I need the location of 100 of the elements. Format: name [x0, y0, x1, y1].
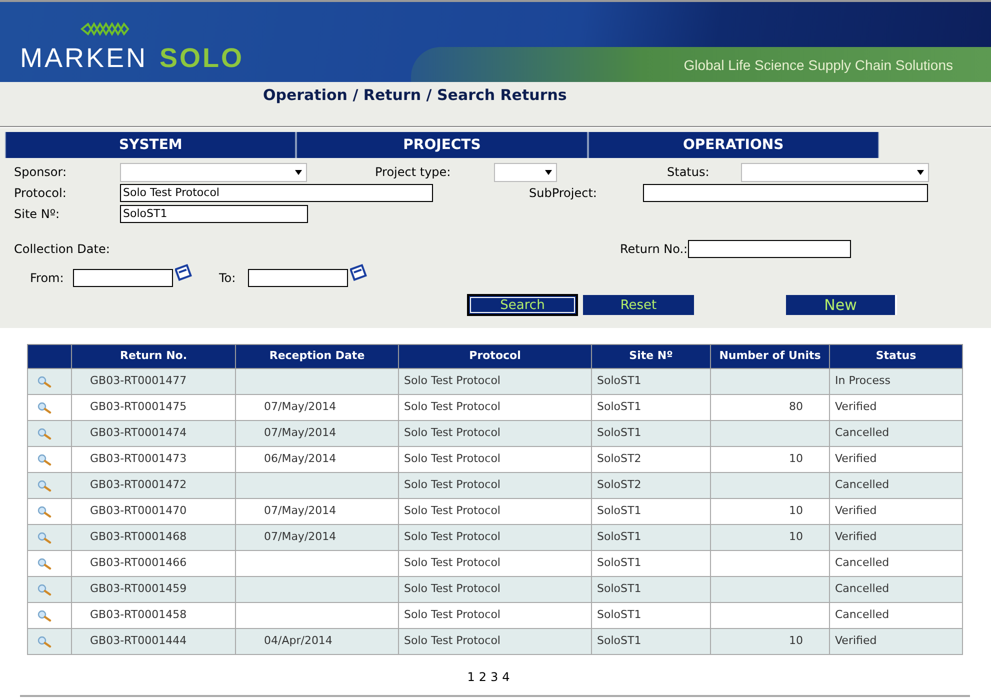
table-cell: 07/May/2014: [264, 400, 336, 414]
input-field[interactable]: [248, 269, 348, 287]
caret-icon: [545, 170, 552, 174]
table-cell: SoloST1: [597, 582, 642, 596]
table-cell: SoloST1: [597, 608, 642, 622]
dropdown[interactable]: [120, 162, 307, 182]
magnifier-icon[interactable]: [37, 480, 53, 492]
table-cell: GB03-RT0001444: [90, 634, 187, 648]
menu-tab[interactable]: PROJECTS: [296, 132, 588, 158]
logo-icon: [80, 22, 130, 36]
table-cell: Solo Test Protocol: [404, 556, 500, 570]
page-link[interactable]: 3: [490, 668, 498, 686]
table-cell: 06/May/2014: [264, 452, 336, 466]
table-cell: Solo Test Protocol: [404, 452, 500, 466]
field-label: To:: [219, 270, 237, 287]
column-header: Return No.: [72, 344, 236, 368]
table-cell: 80: [789, 400, 803, 414]
table-cell: Cancelled: [835, 556, 890, 570]
table-cell: SoloST2: [597, 452, 642, 466]
magnifier-icon[interactable]: [37, 454, 53, 466]
table-cell: SoloST1: [597, 556, 642, 570]
table-cell: Verified: [835, 504, 877, 518]
column-header: Number of Units: [710, 344, 830, 368]
table-cell: In Process: [835, 374, 890, 388]
table-cell: GB03-RT0001470: [90, 504, 187, 518]
table-cell: 10: [789, 504, 803, 518]
field-label: Site Nº:: [14, 206, 61, 223]
brand-name: MARKEN: [20, 42, 148, 75]
table-cell: GB03-RT0001459: [90, 582, 187, 596]
table-cell: Verified: [835, 634, 877, 648]
magnifier-icon[interactable]: [37, 636, 53, 648]
field-label: Sponsor:: [14, 164, 68, 181]
magnifier-icon[interactable]: [37, 610, 53, 622]
table-cell: Solo Test Protocol: [404, 400, 500, 414]
table-cell: Cancelled: [835, 608, 890, 622]
caret-icon: [295, 170, 302, 174]
table-cell: SoloST1: [597, 504, 642, 518]
table-cell: GB03-RT0001466: [90, 556, 187, 570]
magnifier-icon[interactable]: [37, 506, 53, 518]
page-link[interactable]: 4: [502, 668, 510, 686]
column-header: Site Nº: [592, 344, 710, 368]
table-cell: Cancelled: [835, 426, 890, 440]
table-cell: GB03-RT0001477: [90, 374, 187, 388]
table-cell: Solo Test Protocol: [404, 582, 500, 596]
table-cell: SoloST2: [597, 478, 642, 492]
table-cell: Verified: [835, 400, 877, 414]
magnifier-icon[interactable]: [37, 428, 53, 440]
table-cell: 10: [789, 530, 803, 544]
column-header: Status: [830, 344, 962, 368]
table-cell: GB03-RT0001458: [90, 608, 187, 622]
table-cell: Solo Test Protocol: [404, 374, 500, 388]
page-link[interactable]: 2: [478, 668, 486, 686]
magnifier-icon[interactable]: [37, 532, 53, 544]
menu-tab[interactable]: SYSTEM: [5, 132, 296, 158]
table-cell: 10: [789, 634, 803, 648]
table-cell: Cancelled: [835, 582, 890, 596]
brand-name: SOLO: [160, 42, 244, 75]
breadcrumb: Operation / Return / Search Returns: [263, 86, 567, 104]
magnifier-icon[interactable]: [37, 402, 53, 414]
menu-tab[interactable]: OPERATIONS: [588, 132, 879, 158]
field-label: SubProject:: [529, 185, 598, 202]
table-cell: Solo Test Protocol: [404, 634, 500, 648]
search-button[interactable]: Search: [467, 294, 578, 316]
table-cell: Solo Test Protocol: [404, 608, 500, 622]
magnifier-icon[interactable]: [37, 376, 53, 388]
field-label: From:: [30, 270, 65, 287]
table-cell: Solo Test Protocol: [404, 504, 500, 518]
page-link[interactable]: 1: [467, 668, 475, 686]
dropdown[interactable]: [494, 162, 557, 182]
input-field[interactable]: SoloST1: [120, 205, 308, 223]
table-cell: SoloST1: [597, 426, 642, 440]
table-cell: 07/May/2014: [264, 504, 336, 518]
magnifier-icon[interactable]: [37, 584, 53, 596]
table-cell: Solo Test Protocol: [404, 478, 500, 492]
field-label: Project type:: [375, 164, 452, 181]
input-field[interactable]: [73, 269, 173, 287]
table-cell: SoloST1: [597, 400, 642, 414]
input-field[interactable]: [643, 184, 928, 202]
table-cell: GB03-RT0001475: [90, 400, 187, 414]
table-cell: SoloST1: [597, 634, 642, 648]
tagline: Global Life Science Supply Chain Solutions: [684, 56, 953, 75]
input-field[interactable]: [688, 240, 851, 258]
reset-button[interactable]: Reset: [583, 295, 694, 315]
input-field[interactable]: Solo Test Protocol: [120, 184, 433, 202]
table-cell: 07/May/2014: [264, 426, 336, 440]
table-cell: 07/May/2014: [264, 530, 336, 544]
table-cell: Solo Test Protocol: [404, 426, 500, 440]
table-cell: SoloST1: [597, 530, 642, 544]
table-cell: GB03-RT0001474: [90, 426, 187, 440]
new-button[interactable]: New: [786, 295, 897, 315]
table-cell: Solo Test Protocol: [404, 530, 500, 544]
column-header: Protocol: [398, 344, 592, 368]
table-cell: 10: [789, 452, 803, 466]
table-cell: GB03-RT0001472: [90, 478, 187, 492]
field-label: Protocol:: [14, 185, 68, 202]
magnifier-icon[interactable]: [37, 558, 53, 570]
field-label: Collection Date:: [14, 241, 111, 258]
table-cell: GB03-RT0001468: [90, 530, 187, 544]
table-cell: Verified: [835, 530, 877, 544]
table-cell: 04/Apr/2014: [264, 634, 332, 648]
